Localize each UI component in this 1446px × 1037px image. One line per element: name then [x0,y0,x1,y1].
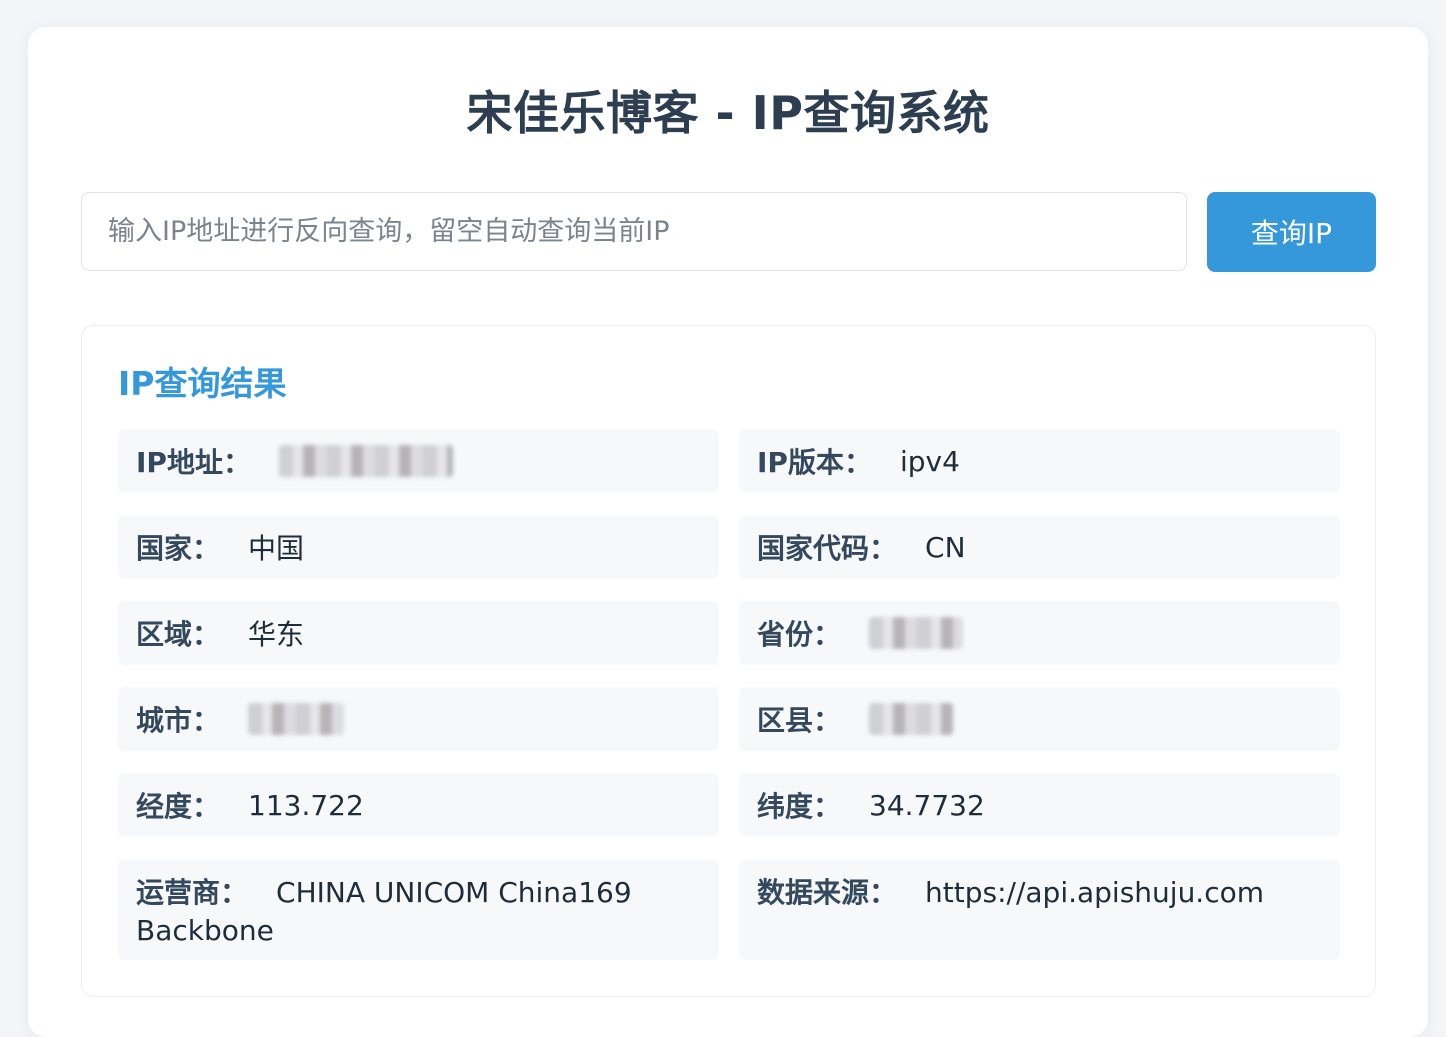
field-data-source: 数据来源： https://api.apishuju.com [739,859,1340,960]
field-label: 经度： [136,790,221,823]
field-value: https://api.apishuju.com [925,876,1265,909]
query-ip-button[interactable]: 查询IP [1207,192,1376,272]
field-label: IP地址： [136,446,251,479]
field-province: 省份： [739,601,1340,665]
field-isp: 运营商： CHINA UNICOM China169 Backbone [118,859,719,960]
field-value: 华东 [248,618,305,651]
field-country-code: 国家代码： CN [739,515,1340,579]
field-latitude: 纬度： 34.7732 [739,773,1340,837]
field-longitude: 经度： 113.722 [118,773,719,837]
field-label: 国家： [136,532,221,565]
redacted-value [248,703,345,735]
field-label: 省份： [757,618,842,651]
result-panel: IP查询结果 IP地址： IP版本： ipv4 国家： 中国 国家代码： CN … [81,325,1376,997]
field-label: 区域： [136,618,221,651]
result-title: IP查询结果 [118,364,287,403]
field-value: 113.722 [248,788,364,822]
field-district: 区县： [739,687,1340,751]
field-value: ipv4 [899,444,960,478]
redacted-value [869,703,954,735]
field-ip-version: IP版本： ipv4 [739,429,1340,493]
field-label: 城市： [136,704,221,737]
field-country: 国家： 中国 [118,515,719,579]
field-region: 区域： 华东 [118,601,719,665]
field-label: 区县： [757,704,842,737]
field-city: 城市： [118,687,719,751]
page-title: 宋佳乐博客 - IP查询系统 [466,86,990,140]
field-value: CN [925,530,966,564]
field-label: 纬度： [757,790,842,823]
field-value: 中国 [248,532,305,565]
field-ip-address: IP地址： [118,429,719,493]
redacted-value [869,617,964,649]
field-label: IP版本： [757,446,872,479]
field-label: 运营商： [136,876,249,909]
field-value: 34.7732 [869,788,985,822]
ip-search-input[interactable] [81,192,1187,271]
field-label: 数据来源： [757,876,898,909]
redacted-value [278,445,453,477]
field-label: 国家代码： [757,532,898,565]
main-card: 宋佳乐博客 - IP查询系统 查询IP IP查询结果 IP地址： IP版本： i… [28,27,1428,1037]
